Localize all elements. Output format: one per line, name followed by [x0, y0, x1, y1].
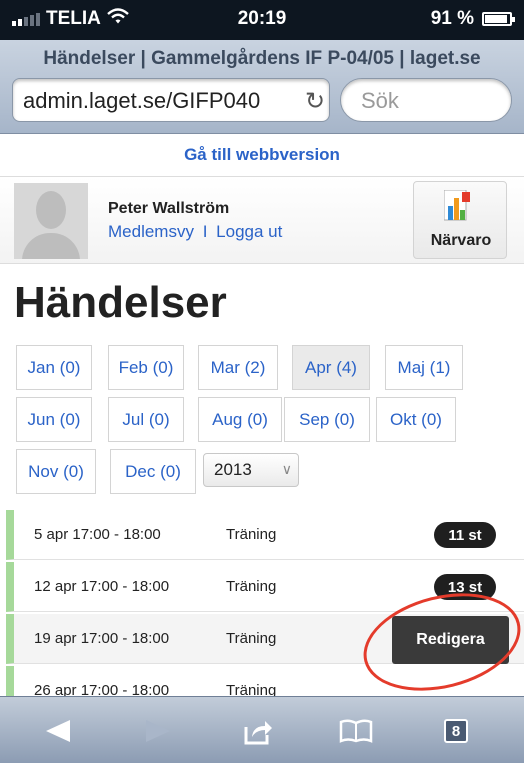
month-button[interactable]: Feb (0): [108, 345, 184, 390]
search-field[interactable]: Sök: [340, 78, 512, 122]
event-date: 12 apr 17:00 - 18:00: [34, 578, 170, 595]
battery-icon: [482, 12, 515, 26]
event-row[interactable]: 5 apr 17:00 - 18:00 Träning 11 st: [6, 510, 524, 560]
event-type: Träning: [226, 630, 277, 647]
month-button[interactable]: Dec (0): [110, 449, 196, 494]
browser-header: Händelser | Gammelgårdens IF P-04/05 | l…: [0, 40, 524, 134]
chevron-down-icon: ∨: [281, 461, 292, 477]
month-button[interactable]: Aug (0): [198, 397, 282, 442]
page-title: Händelser | Gammelgårdens IF P-04/05 | l…: [43, 48, 481, 69]
page-heading: Händelser: [14, 278, 227, 327]
user-links: Medlemsvy I Logga ut: [108, 222, 282, 242]
attendee-count-badge: 11 st: [434, 522, 496, 548]
month-button[interactable]: Jan (0): [16, 345, 92, 390]
year-select[interactable]: 2013 ∨: [203, 453, 299, 487]
battery-percent: 91 %: [430, 8, 474, 29]
tabs-count: 8: [444, 719, 468, 743]
month-button[interactable]: Jul (0): [108, 397, 184, 442]
back-icon[interactable]: [38, 711, 78, 751]
web-version-link[interactable]: Gå till webbversion: [0, 145, 524, 165]
status-right: 91 %: [430, 8, 515, 30]
event-type: Träning: [226, 526, 277, 543]
url-field[interactable]: admin.laget.se/GIFP040 ↻: [12, 78, 330, 122]
event-date: 19 apr 17:00 - 18:00: [34, 630, 170, 647]
month-button[interactable]: Jun (0): [16, 397, 92, 442]
year-value: 2013: [214, 460, 252, 479]
month-button[interactable]: Mar (2): [198, 345, 278, 390]
forward-icon[interactable]: [138, 711, 178, 751]
link-separator: I: [202, 222, 208, 241]
attendance-button[interactable]: Närvaro: [413, 181, 507, 259]
member-view-link[interactable]: Medlemsvy: [108, 222, 194, 241]
user-name: Peter Wallström: [108, 200, 230, 217]
event-date: 5 apr 17:00 - 18:00: [34, 526, 161, 543]
reload-icon[interactable]: ↻: [305, 87, 325, 116]
browser-toolbar: 8: [0, 696, 524, 763]
share-icon[interactable]: [238, 711, 278, 751]
event-row[interactable]: 12 apr 17:00 - 18:00 Träning 13 st: [6, 562, 524, 612]
tabs-icon[interactable]: 8: [436, 711, 476, 751]
status-bar: TELIA 20:19 91 %: [0, 0, 524, 40]
month-button[interactable]: Sep (0): [284, 397, 370, 442]
bar-chart-icon: [444, 190, 470, 221]
avatar: [14, 183, 88, 259]
month-button[interactable]: Maj (1): [385, 345, 463, 390]
logout-link[interactable]: Logga ut: [216, 222, 282, 241]
month-button[interactable]: Nov (0): [16, 449, 96, 494]
search-placeholder: Sök: [361, 88, 399, 113]
event-type: Träning: [226, 578, 277, 595]
month-button[interactable]: Okt (0): [376, 397, 456, 442]
attendance-label: Närvaro: [430, 232, 492, 249]
user-bar: Peter Wallström Medlemsvy I Logga ut När…: [0, 176, 524, 264]
edit-button[interactable]: Redigera: [392, 616, 509, 664]
attendee-count-badge: 13 st: [434, 574, 496, 600]
bookmarks-icon[interactable]: [336, 711, 376, 751]
month-button[interactable]: Apr (4): [292, 345, 370, 390]
url-text: admin.laget.se/GIFP040: [23, 88, 261, 113]
